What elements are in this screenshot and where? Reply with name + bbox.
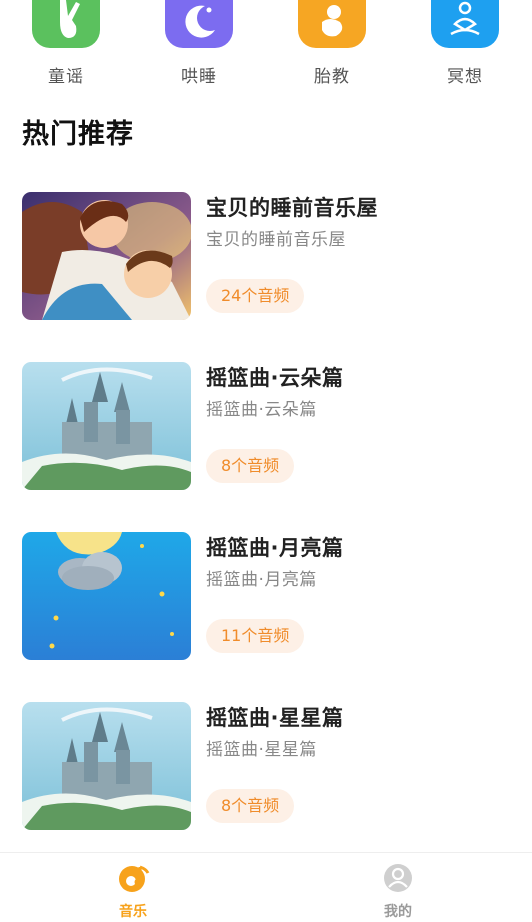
playlist-title: 摇篮曲·星星篇: [206, 706, 344, 730]
category-label: 哄睡: [181, 67, 217, 87]
audio-count-badge: 11个音频: [206, 619, 305, 653]
baby-icon: [298, 0, 366, 48]
category-prenatal[interactable]: 胎教: [292, 0, 372, 87]
playlist-subtitle: 宝贝的睡前音乐屋: [206, 230, 346, 250]
bottom-tab-bar: 音乐 我的: [0, 852, 532, 922]
playlist-thumbnail: [22, 362, 191, 490]
section-title: 热门推荐: [22, 119, 134, 150]
category-nursery-rhymes[interactable]: 童谣: [26, 0, 106, 87]
playlist-subtitle: 摇篮曲·星星篇: [206, 740, 317, 760]
tab-label: 音乐: [119, 904, 147, 920]
playlist-title: 宝贝的睡前音乐屋: [206, 196, 378, 220]
music-icon: [118, 863, 150, 893]
audio-count-badge: 24个音频: [206, 279, 305, 313]
category-meditation[interactable]: 冥想: [425, 0, 505, 87]
rabbit-icon: [32, 0, 100, 48]
playlist-subtitle: 摇篮曲·云朵篇: [206, 400, 317, 420]
profile-icon: [383, 863, 413, 893]
playlist-thumbnail: [22, 192, 191, 320]
category-label: 童谣: [48, 67, 84, 87]
playlist-title: 摇篮曲·月亮篇: [206, 536, 344, 560]
playlist-thumbnail: [22, 532, 191, 660]
audio-count-badge: 8个音频: [206, 449, 295, 483]
playlist-thumbnail: [22, 702, 191, 830]
moon-icon: [165, 0, 233, 48]
playlist-card[interactable]: 宝贝的睡前音乐屋 宝贝的睡前音乐屋 24个音频: [22, 192, 512, 320]
playlist-title: 摇篮曲·云朵篇: [206, 366, 344, 390]
playlist-subtitle: 摇篮曲·月亮篇: [206, 570, 317, 590]
audio-count-badge: 8个音频: [206, 789, 295, 823]
category-sleep[interactable]: 哄睡: [159, 0, 239, 87]
category-label: 胎教: [314, 67, 350, 87]
tab-profile[interactable]: 我的: [358, 863, 438, 921]
category-label: 冥想: [447, 67, 483, 87]
playlist-card[interactable]: 摇篮曲·星星篇 摇篮曲·星星篇 8个音频: [22, 702, 512, 830]
tab-music[interactable]: 音乐: [93, 863, 173, 921]
playlist-card[interactable]: 摇篮曲·月亮篇 摇篮曲·月亮篇 11个音频: [22, 532, 512, 660]
meditation-icon: [431, 0, 499, 48]
category-row: 童谣 哄睡 胎教 冥想: [0, 0, 532, 100]
playlist-card[interactable]: 摇篮曲·云朵篇 摇篮曲·云朵篇 8个音频: [22, 362, 512, 490]
tab-label: 我的: [384, 904, 412, 920]
